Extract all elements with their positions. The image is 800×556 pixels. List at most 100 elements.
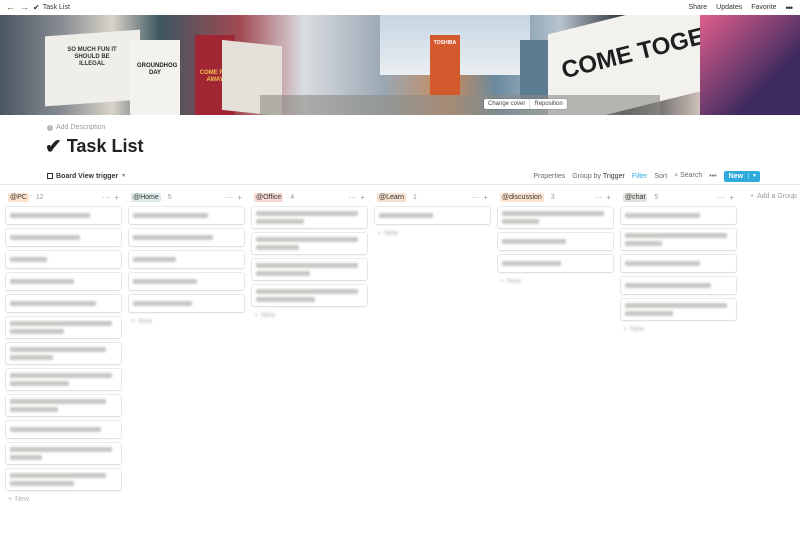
board-card[interactable] bbox=[6, 421, 121, 438]
add-card-button[interactable]: + New bbox=[498, 278, 613, 285]
column-tag[interactable]: @chat bbox=[623, 192, 648, 202]
board-card[interactable] bbox=[252, 285, 367, 306]
board-card[interactable] bbox=[498, 255, 613, 272]
street bbox=[260, 95, 660, 115]
board-card[interactable] bbox=[621, 277, 736, 294]
plus-icon[interactable]: + bbox=[483, 193, 488, 202]
page-title[interactable]: ✔ Task List bbox=[45, 136, 143, 157]
share-button[interactable]: Share bbox=[688, 4, 707, 11]
board-card[interactable] bbox=[129, 229, 244, 246]
add-card-button[interactable]: + New bbox=[375, 230, 490, 237]
column-count: 12 bbox=[35, 193, 44, 201]
add-card-button[interactable]: + New bbox=[252, 312, 367, 319]
column-tag[interactable]: @Home bbox=[131, 192, 161, 202]
reposition-button[interactable]: Reposition bbox=[529, 99, 566, 109]
column-header: @Home 5 ··· + bbox=[129, 191, 244, 203]
plus-icon[interactable]: + bbox=[729, 193, 734, 202]
properties-button[interactable]: Properties bbox=[533, 173, 565, 180]
column-tag[interactable]: @Office bbox=[254, 192, 284, 202]
plus-icon: + bbox=[500, 278, 505, 285]
breadcrumb[interactable]: ✔ Task List bbox=[33, 3, 70, 12]
divider bbox=[0, 184, 800, 185]
change-cover-button[interactable]: Change cover bbox=[484, 99, 529, 109]
group-by-button[interactable]: Group by Trigger bbox=[572, 173, 625, 180]
board-card[interactable] bbox=[621, 299, 736, 320]
add-card-button[interactable]: + New bbox=[129, 318, 244, 325]
add-group-button[interactable]: + Add a Group bbox=[750, 193, 797, 200]
board-card[interactable] bbox=[6, 207, 121, 224]
board-card[interactable] bbox=[6, 273, 121, 290]
board-card[interactable] bbox=[252, 207, 367, 228]
board-card[interactable] bbox=[621, 207, 736, 224]
plus-icon[interactable]: + bbox=[237, 193, 242, 202]
add-card-label: New bbox=[630, 326, 645, 333]
chevron-down-icon: ▼ bbox=[121, 173, 127, 179]
board-column: @Home 5 ··· + + New bbox=[129, 191, 244, 503]
search-button[interactable]: ⌕ Search bbox=[674, 172, 702, 180]
board-column: @discussion 3 ··· + + New bbox=[498, 191, 613, 503]
more-options-icon[interactable]: ··· bbox=[102, 193, 110, 202]
group-by-label: Group by bbox=[572, 172, 602, 180]
board-card[interactable] bbox=[6, 251, 121, 268]
board-card[interactable] bbox=[621, 229, 736, 250]
filter-button[interactable]: Filter bbox=[632, 173, 648, 180]
board-card[interactable] bbox=[129, 251, 244, 268]
billboard-text: SO MUCH FUN IT SHOULD BE ILLEGAL bbox=[67, 47, 117, 67]
chevron-down-icon[interactable]: ▼ bbox=[748, 173, 760, 179]
board-card[interactable] bbox=[129, 207, 244, 224]
board-card[interactable] bbox=[6, 295, 121, 312]
arrow-left-icon[interactable]: ← bbox=[6, 3, 15, 12]
add-card-button[interactable]: + New bbox=[6, 496, 121, 503]
sort-button[interactable]: Sort bbox=[654, 173, 667, 180]
add-description-button[interactable]: i Add Description bbox=[47, 124, 105, 131]
plus-icon[interactable]: + bbox=[114, 193, 119, 202]
column-tag[interactable]: @Learn bbox=[377, 192, 407, 202]
board-card[interactable] bbox=[6, 443, 121, 464]
column-tag[interactable]: @discussion bbox=[500, 192, 544, 202]
more-options-icon[interactable]: ··· bbox=[594, 193, 602, 202]
board-card[interactable] bbox=[621, 255, 736, 272]
add-description-label: Add Description bbox=[56, 124, 106, 131]
board-card[interactable] bbox=[6, 229, 121, 246]
board-card[interactable] bbox=[6, 369, 121, 390]
group-by-value: Trigger bbox=[602, 172, 625, 180]
new-button[interactable]: New ▼ bbox=[723, 170, 760, 182]
board-card[interactable] bbox=[6, 469, 121, 490]
board-card[interactable] bbox=[129, 273, 244, 290]
add-card-button[interactable]: + New bbox=[621, 326, 736, 333]
column-header: @Learn 1 ··· + bbox=[375, 191, 490, 203]
more-options-icon[interactable]: ··· bbox=[225, 193, 233, 202]
column-actions: ··· + bbox=[348, 193, 365, 202]
history-nav: ← → bbox=[6, 3, 29, 12]
view-toolbar: Board View trigger ▼ Properties Group by… bbox=[47, 170, 760, 182]
add-card-label: New bbox=[507, 278, 522, 285]
view-tools: Properties Group by Trigger Filter Sort … bbox=[533, 170, 760, 182]
plus-icon: + bbox=[623, 326, 628, 333]
board-card[interactable] bbox=[375, 207, 490, 224]
view-switcher[interactable]: Board View trigger ▼ bbox=[47, 173, 126, 180]
more-options-icon[interactable]: ··· bbox=[471, 193, 479, 202]
card-list bbox=[129, 207, 244, 312]
board-card[interactable] bbox=[6, 343, 121, 364]
column-tag[interactable]: @PC bbox=[8, 192, 29, 202]
board-card[interactable] bbox=[6, 395, 121, 416]
more-options-icon[interactable]: ··· bbox=[348, 193, 356, 202]
more-options-icon[interactable]: ··· bbox=[717, 193, 725, 202]
column-header: @Office 4 ··· + bbox=[252, 191, 367, 203]
more-options-icon[interactable]: ••• bbox=[786, 3, 794, 13]
board-column: @chat 5 ··· + + New bbox=[621, 191, 736, 503]
board-card[interactable] bbox=[6, 317, 121, 338]
board-card[interactable] bbox=[498, 207, 613, 228]
column-count: 5 bbox=[654, 193, 659, 201]
updates-button[interactable]: Updates bbox=[716, 4, 742, 11]
more-options-icon[interactable]: ••• bbox=[709, 173, 716, 180]
board-card[interactable] bbox=[252, 259, 367, 280]
board-card[interactable] bbox=[252, 233, 367, 254]
favorite-button[interactable]: Favorite bbox=[751, 4, 776, 11]
arrow-right-icon[interactable]: → bbox=[20, 3, 29, 12]
board-column: @PC 12 ··· + + New bbox=[6, 191, 121, 503]
plus-icon[interactable]: + bbox=[606, 193, 611, 202]
plus-icon[interactable]: + bbox=[360, 193, 365, 202]
board-card[interactable] bbox=[498, 233, 613, 250]
board-card[interactable] bbox=[129, 295, 244, 312]
